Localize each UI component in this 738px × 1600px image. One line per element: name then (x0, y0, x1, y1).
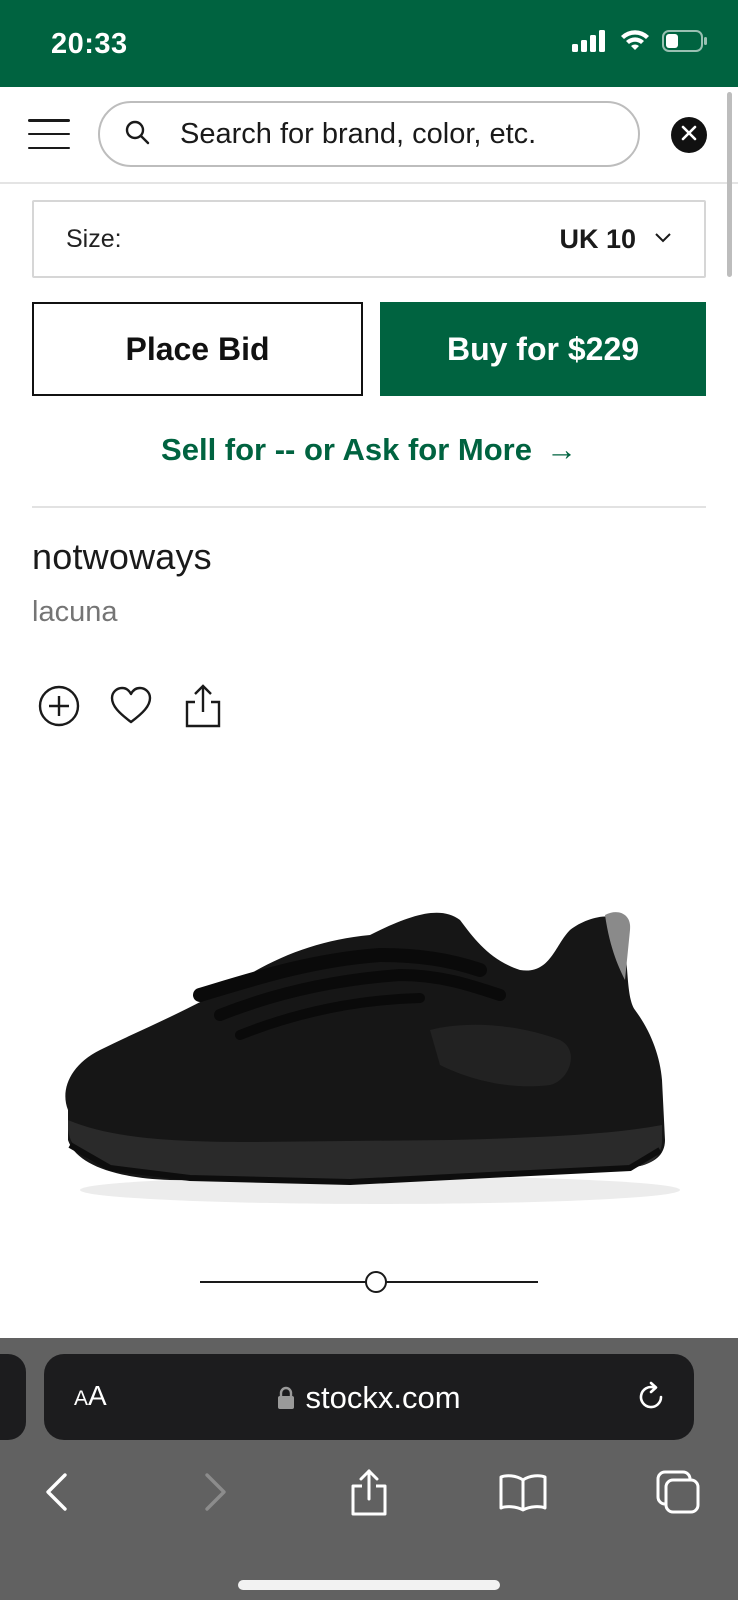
arrow-right-icon: → (545, 432, 577, 467)
url-display[interactable]: stockx.com (44, 1380, 694, 1418)
reload-button[interactable] (634, 1380, 668, 1414)
forward-button[interactable] (188, 1466, 244, 1522)
wifi-icon (620, 30, 650, 57)
favorite-button[interactable] (109, 686, 153, 730)
size-label: Size: (66, 224, 122, 253)
page-scrollbar[interactable] (727, 92, 732, 277)
tabs-button[interactable] (650, 1466, 706, 1522)
heart-icon (109, 686, 153, 731)
product-brand: notwoways (32, 536, 212, 577)
size-selector[interactable]: Size: UK 10 (32, 200, 706, 278)
site-header (0, 87, 738, 184)
product-name: lacuna (32, 596, 118, 628)
chevron-down-icon (654, 230, 672, 248)
signal-icon (572, 30, 608, 57)
back-button[interactable] (28, 1466, 84, 1522)
search-box[interactable] (98, 101, 640, 167)
slider-thumb[interactable] (364, 1271, 387, 1293)
battery-icon (662, 30, 708, 57)
status-icons (572, 30, 708, 57)
address-bar[interactable]: AA stockx.com (44, 1354, 694, 1440)
bookmarks-icon (498, 1472, 548, 1517)
forward-icon (203, 1472, 229, 1517)
status-time: 20:33 (51, 28, 128, 60)
home-indicator[interactable] (238, 1580, 500, 1590)
lock-icon (277, 1382, 295, 1418)
url-text: stockx.com (305, 1380, 461, 1415)
add-to-portfolio-button[interactable] (37, 684, 81, 733)
back-icon (43, 1472, 69, 1517)
image-gallery-slider[interactable] (200, 1270, 538, 1294)
sell-link-label: Sell for -- or Ask for More (161, 432, 532, 467)
bookmarks-button[interactable] (495, 1466, 551, 1522)
sell-or-ask-link[interactable]: Sell for -- or Ask for More → (0, 432, 738, 468)
share-icon (349, 1468, 389, 1521)
tabs-icon (655, 1469, 701, 1520)
browser-share-button[interactable] (341, 1466, 397, 1522)
menu-icon (28, 119, 70, 122)
place-bid-button[interactable]: Place Bid (32, 302, 363, 396)
search-icon (124, 119, 150, 150)
status-bar: 20:33 (0, 0, 738, 87)
sneaker-image (50, 900, 680, 1220)
product-actions (37, 683, 225, 733)
share-product-button[interactable] (181, 683, 225, 733)
reload-icon (634, 1381, 668, 1418)
close-icon (681, 125, 697, 146)
browser-nav-toolbar (0, 1466, 738, 1530)
size-value: UK 10 (559, 223, 636, 254)
browser-toolbar: AA stockx.com (0, 1338, 738, 1600)
add-circle-icon (37, 684, 81, 733)
clear-search-button[interactable] (671, 117, 707, 153)
previous-tab-peek[interactable] (0, 1354, 26, 1440)
divider (32, 506, 706, 508)
share-icon (183, 683, 223, 733)
buy-button[interactable]: Buy for $229 (380, 302, 706, 396)
search-input[interactable] (180, 117, 610, 151)
menu-button[interactable] (28, 119, 70, 149)
